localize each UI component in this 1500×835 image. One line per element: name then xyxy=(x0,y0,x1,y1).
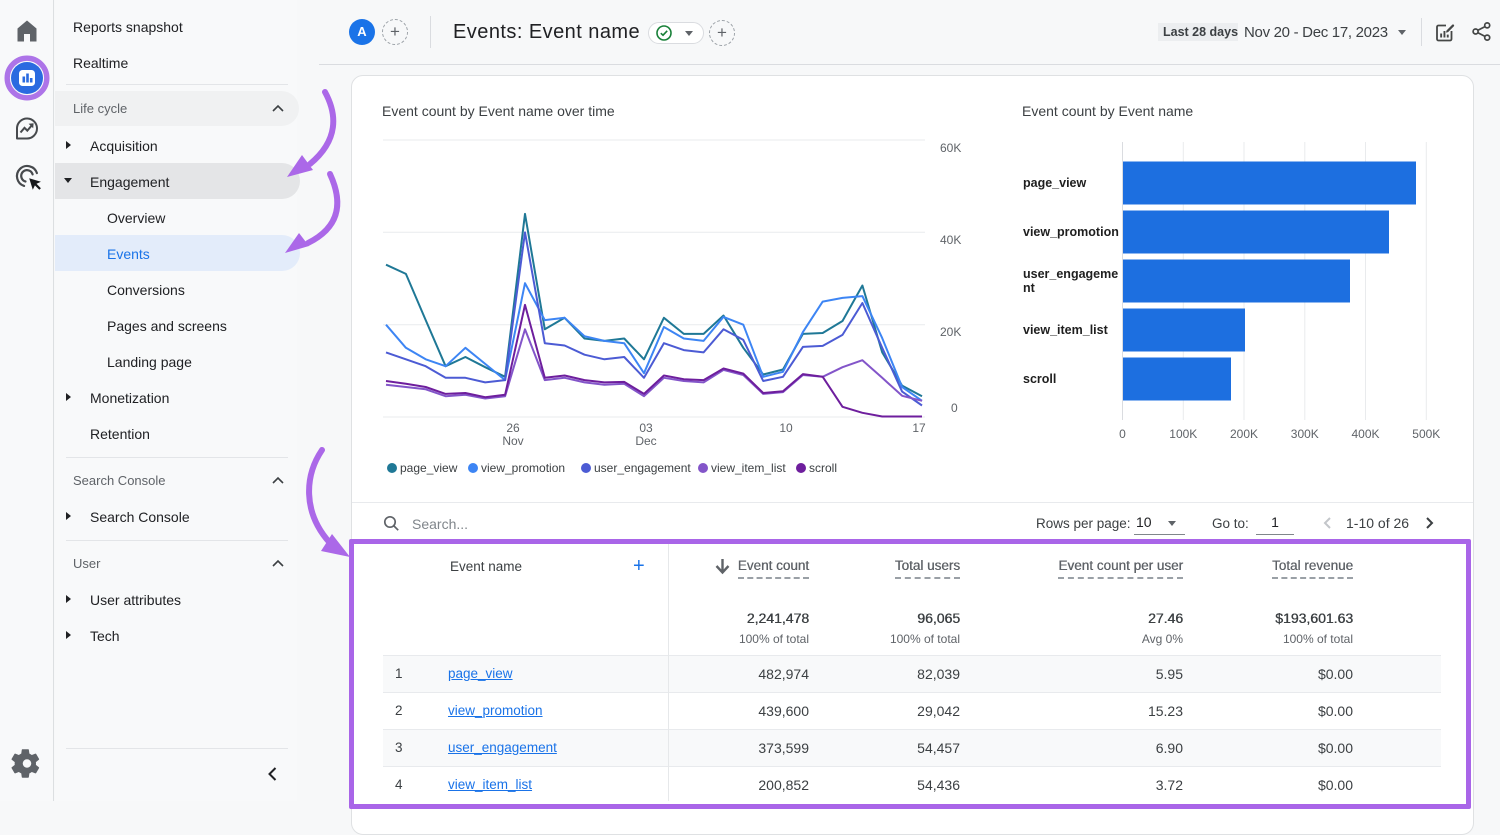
svg-text:03: 03 xyxy=(639,421,653,435)
svg-text:Nov: Nov xyxy=(502,434,523,448)
svg-text:view_item_list: view_item_list xyxy=(711,461,786,475)
svg-text:20K: 20K xyxy=(940,325,961,339)
svg-text:view_promotion: view_promotion xyxy=(481,461,565,475)
svg-text:scroll: scroll xyxy=(809,461,837,475)
svg-text:200K: 200K xyxy=(1230,427,1258,441)
svg-text:0: 0 xyxy=(951,401,958,415)
svg-text:500K: 500K xyxy=(1412,427,1440,441)
svg-text:nt: nt xyxy=(1023,281,1036,295)
svg-text:user_engageme: user_engageme xyxy=(1023,267,1118,281)
svg-text:scroll: scroll xyxy=(1023,372,1056,386)
svg-text:0: 0 xyxy=(1119,427,1126,441)
svg-text:400K: 400K xyxy=(1351,427,1379,441)
svg-text:user_engagement: user_engagement xyxy=(594,461,691,475)
svg-text:page_view: page_view xyxy=(400,461,458,475)
svg-text:10: 10 xyxy=(779,421,793,435)
svg-text:page_view: page_view xyxy=(1023,176,1087,190)
svg-text:100K: 100K xyxy=(1169,427,1197,441)
svg-text:17: 17 xyxy=(912,421,926,435)
svg-text:40K: 40K xyxy=(940,233,961,247)
svg-text:view_item_list: view_item_list xyxy=(1023,323,1109,337)
svg-text:60K: 60K xyxy=(940,141,961,155)
svg-text:26: 26 xyxy=(506,421,520,435)
svg-text:300K: 300K xyxy=(1291,427,1319,441)
svg-text:Dec: Dec xyxy=(635,434,656,448)
svg-text:view_promotion: view_promotion xyxy=(1023,225,1119,239)
